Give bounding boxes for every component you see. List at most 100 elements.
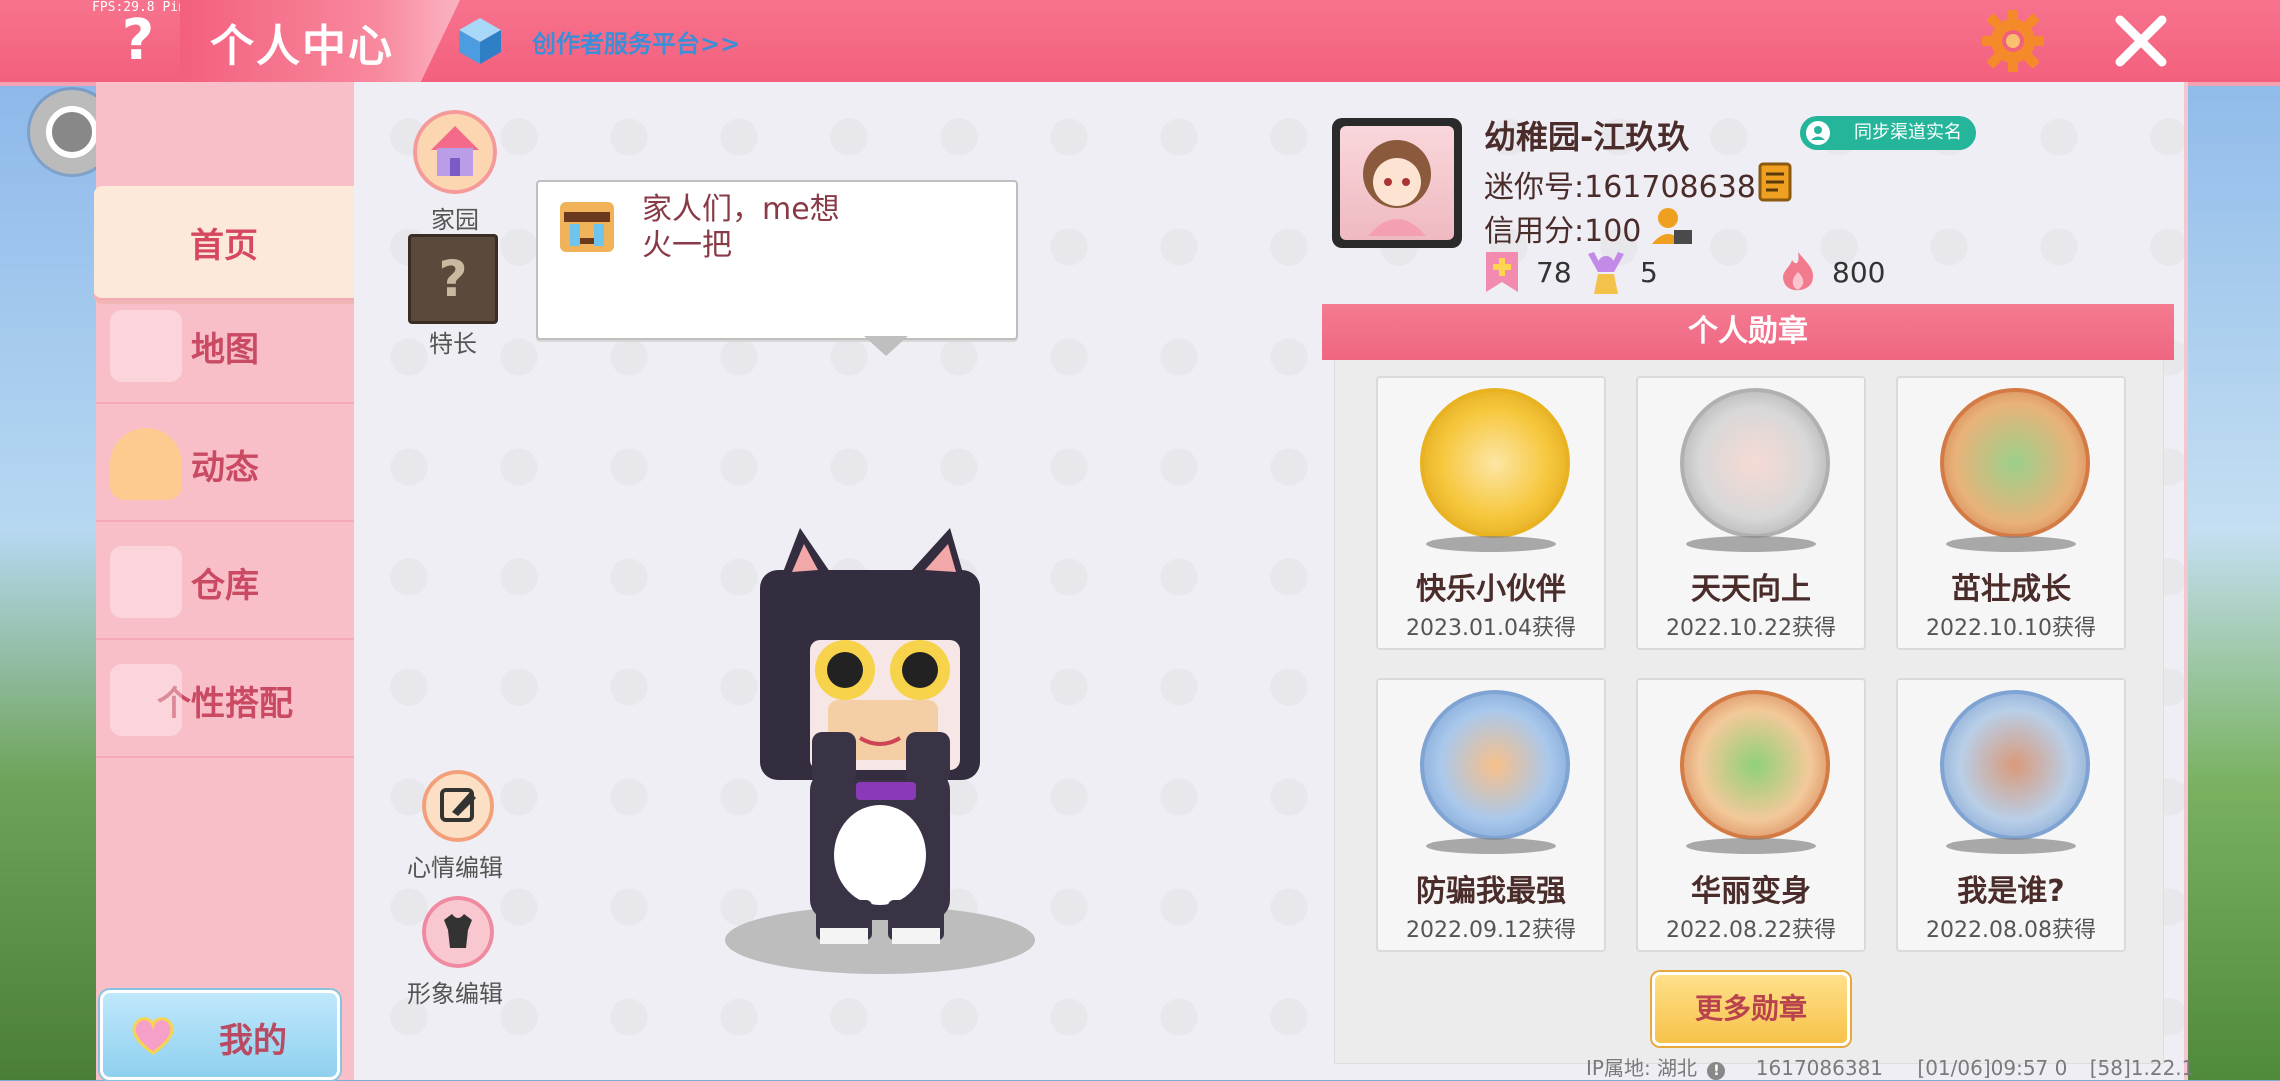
- badge-date: 2022.08.22获得: [1666, 918, 1836, 943]
- talent-label: 特长: [429, 330, 477, 358]
- badge-card[interactable]: 快乐小伙伴 2023.01.04获得: [1376, 376, 1606, 650]
- game-background-left: [0, 80, 96, 1080]
- warehouse-icon: [110, 546, 182, 618]
- badge-name: 快乐小伙伴: [1416, 572, 1566, 607]
- sidebar-item-map[interactable]: 地图: [96, 290, 354, 404]
- talent-button[interactable]: ? 特长: [408, 234, 498, 359]
- sidebar-item-home[interactable]: 首页: [94, 186, 354, 300]
- top-bar: FPS:29.8 Ping:0 ? 个人中心 创作者服务平台>>: [0, 0, 2280, 86]
- medal-icon: [1420, 690, 1570, 840]
- medal-icon: [1420, 388, 1570, 538]
- mood-speech-bubble[interactable]: 家人们，me想 火一把: [536, 180, 1018, 356]
- medal-icon: [1680, 388, 1830, 538]
- edit-icon: [422, 770, 494, 842]
- crying-emoji-icon: [560, 202, 614, 252]
- badge-card[interactable]: 我是谁? 2022.08.08获得: [1896, 678, 2126, 952]
- cheer-icon: [1588, 252, 1624, 294]
- mood-text: 家人们，me想 火一把: [642, 192, 840, 263]
- footer-info: IP属地: 湖北 ! 1617086381 [01/06]09:57 0 [58…: [1586, 1052, 2194, 1081]
- mini-id: 迷你号:1617086381: [1484, 170, 1775, 205]
- medal-icon: [1680, 690, 1830, 840]
- copy-icon[interactable]: [1756, 160, 1796, 204]
- more-badges-button[interactable]: 更多勋章: [1652, 972, 1850, 1046]
- player-avatar-3d[interactable]: [720, 520, 1040, 980]
- outfit-edit-icon: [422, 896, 494, 968]
- footer-time: [01/06]09:57 0: [1917, 1056, 2068, 1080]
- sidebar-item-label: 地图: [191, 329, 259, 370]
- house-icon: [413, 110, 497, 194]
- close-icon[interactable]: [2110, 10, 2172, 72]
- info-icon[interactable]: !: [1707, 1062, 1726, 1080]
- badge-date: 2022.08.08获得: [1926, 918, 2096, 943]
- person-icon: [1806, 121, 1830, 145]
- player-name: 幼稚园-江玖玖: [1484, 118, 1690, 156]
- medal-shadow: [1946, 838, 2076, 854]
- ip-location: IP属地: 湖北: [1586, 1056, 1698, 1080]
- outfit-icon: [110, 664, 182, 736]
- badge-name: 防骗我最强: [1416, 874, 1566, 909]
- avatar-image: [1340, 126, 1454, 240]
- sync-realname-label: 同步渠道实名: [1854, 122, 1962, 143]
- badge-date: 2022.10.22获得: [1666, 616, 1836, 641]
- gear-icon[interactable]: [1980, 8, 2046, 74]
- sidebar-item-warehouse[interactable]: 仓库: [96, 526, 354, 640]
- medal-icon: [1940, 388, 2090, 538]
- question-icon[interactable]: ?: [108, 6, 168, 76]
- cube-icon[interactable]: [455, 16, 505, 66]
- mood-edit-label: 心情编辑: [407, 854, 503, 882]
- mood-edit-button[interactable]: 心情编辑: [407, 770, 508, 883]
- credit-score: 信用分:100: [1484, 214, 1642, 249]
- badge-header: 个人勋章: [1322, 304, 2174, 360]
- sidebar-item-label: 仓库: [191, 565, 259, 606]
- sync-realname-badge[interactable]: 同步渠道实名: [1800, 116, 1976, 150]
- badge-date: 2022.10.10获得: [1926, 616, 2096, 641]
- badge-name: 华丽变身: [1691, 874, 1811, 909]
- question-block-icon: ?: [408, 234, 498, 324]
- bell-icon: [110, 428, 182, 500]
- badge-card[interactable]: 防骗我最强 2022.09.12获得: [1376, 678, 1606, 952]
- medal-shadow: [1686, 838, 1816, 854]
- my-label: 我的: [219, 1021, 287, 1061]
- avatar[interactable]: [1332, 118, 1462, 248]
- stat-bookmark[interactable]: 78: [1482, 250, 1572, 294]
- badge-card[interactable]: 茁壮成长 2022.10.10获得: [1896, 376, 2126, 650]
- flame-icon: [1783, 252, 1814, 291]
- sidebar: 首页 地图 动态 仓库 个性搭配: [94, 82, 354, 1080]
- sidebar-item-label: 动态: [191, 447, 259, 488]
- badge-name: 天天向上: [1691, 572, 1811, 607]
- badge-date: 2023.01.04获得: [1406, 616, 1576, 641]
- medal-shadow: [1946, 536, 2076, 552]
- homeland-label: 家园: [431, 206, 479, 234]
- sidebar-item-activity[interactable]: 动态: [96, 408, 354, 522]
- badge-name: 茁壮成长: [1951, 572, 2071, 607]
- credit-person-icon[interactable]: [1648, 204, 1694, 248]
- badge-card[interactable]: 天天向上 2022.10.22获得: [1636, 376, 1866, 650]
- sidebar-item-outfit[interactable]: 个性搭配: [96, 644, 354, 758]
- sidebar-item-label: 首页: [190, 225, 258, 266]
- medal-icon: [1940, 690, 2090, 840]
- panel-edge: [2184, 82, 2188, 1080]
- stat-flame[interactable]: 800: [1778, 250, 1885, 294]
- medal-shadow: [1426, 838, 1556, 854]
- stat-cheer-value: 5: [1640, 255, 1658, 289]
- heart-icon: [132, 1017, 174, 1055]
- my-button[interactable]: 我的: [100, 990, 340, 1080]
- look-edit-label: 形象编辑: [407, 980, 503, 1008]
- badge-date: 2022.09.12获得: [1406, 918, 1576, 943]
- medal-shadow: [1426, 536, 1556, 552]
- footer-uid: 1617086381: [1755, 1056, 1884, 1080]
- badge-name: 我是谁?: [1957, 874, 2065, 909]
- look-edit-button[interactable]: 形象编辑: [407, 896, 508, 1009]
- creator-platform-link[interactable]: 创作者服务平台>>: [532, 24, 740, 59]
- page-title: 个人中心: [210, 21, 394, 72]
- stat-cheer[interactable]: 5: [1586, 250, 1658, 294]
- footer-version: [58]1.22.1: [2089, 1056, 2195, 1080]
- medal-shadow: [1686, 536, 1816, 552]
- game-background-right: [2188, 80, 2280, 1080]
- map-icon: [110, 310, 182, 382]
- bookmark-plus-icon: [1486, 252, 1518, 292]
- stat-bookmark-value: 78: [1536, 255, 1572, 289]
- badge-card[interactable]: 华丽变身 2022.08.22获得: [1636, 678, 1866, 952]
- homeland-button[interactable]: 家园: [410, 110, 500, 235]
- stat-flame-value: 800: [1832, 255, 1886, 289]
